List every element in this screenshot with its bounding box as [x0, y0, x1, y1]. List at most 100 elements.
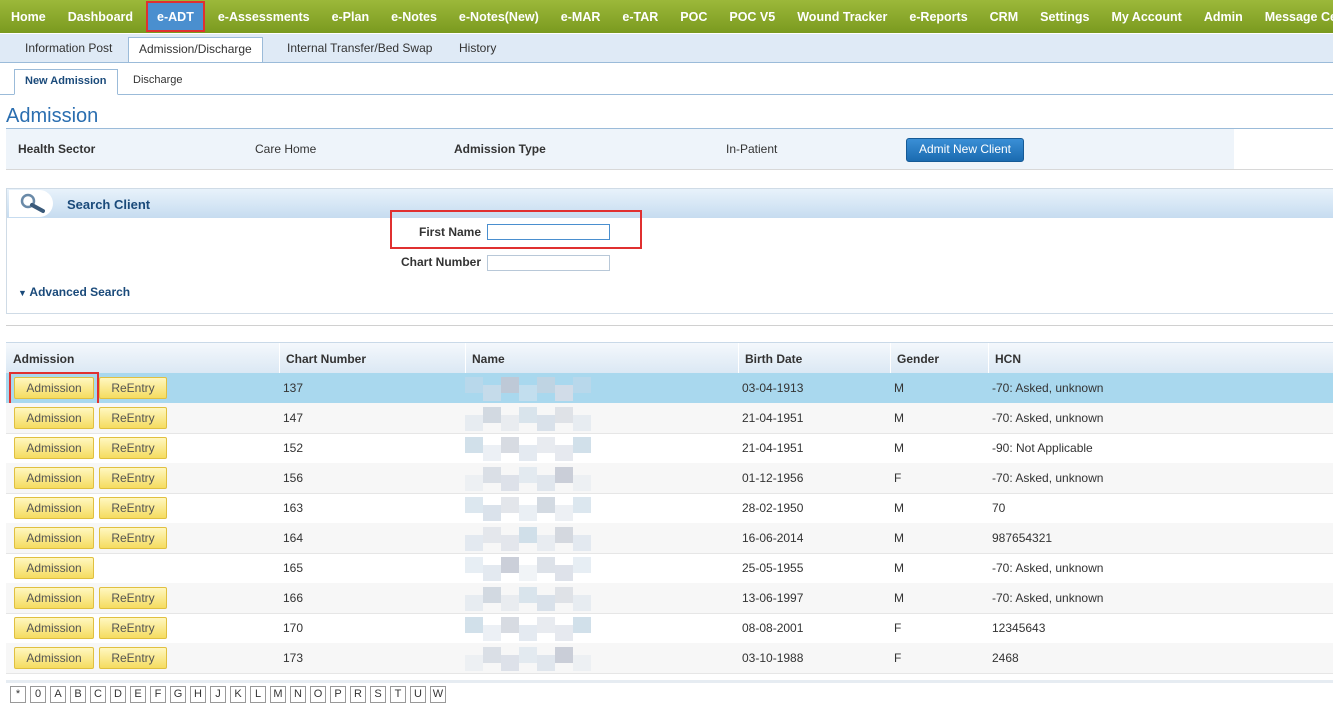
col-chart-number[interactable]: Chart Number — [286, 352, 366, 366]
table-row[interactable]: Admission ReEntry 164 16-06-2014 M 987654321 — [6, 523, 1333, 554]
health-sector-value: Care Home — [255, 142, 317, 156]
nav-e-reports[interactable]: e-Reports — [898, 0, 978, 33]
alphabet-letter[interactable]: O — [310, 686, 326, 703]
col-gender[interactable]: Gender — [897, 352, 939, 366]
tab-information-post[interactable]: Information Post — [25, 40, 112, 62]
alphabet-letter[interactable]: W — [430, 686, 446, 703]
admission-button[interactable]: Admission — [14, 437, 94, 459]
hcn-cell: -70: Asked, unknown — [992, 561, 1104, 575]
col-admission[interactable]: Admission — [13, 352, 74, 366]
reentry-button[interactable]: ReEntry — [99, 497, 167, 519]
alphabet-letter[interactable]: T — [390, 686, 406, 703]
tab-discharge[interactable]: Discharge — [133, 69, 183, 93]
alphabet-letter[interactable]: K — [230, 686, 246, 703]
redaction-block — [537, 415, 555, 431]
reentry-button[interactable]: ReEntry — [99, 437, 167, 459]
alphabet-letter[interactable]: M — [270, 686, 286, 703]
alphabet-letter[interactable]: R — [350, 686, 366, 703]
alphabet-letter[interactable]: J — [210, 686, 226, 703]
column-divider — [988, 343, 989, 373]
reentry-button[interactable]: ReEntry — [99, 377, 167, 399]
alphabet-letter[interactable]: P — [330, 686, 346, 703]
nav-settings[interactable]: Settings — [1029, 0, 1100, 33]
chart-number-cell: 156 — [283, 471, 304, 485]
alphabet-letter[interactable]: B — [70, 686, 86, 703]
alphabet-letter[interactable]: U — [410, 686, 426, 703]
reentry-button[interactable]: ReEntry — [99, 467, 167, 489]
tab-new-admission[interactable]: New Admission — [14, 69, 118, 95]
alphabet-letter[interactable]: D — [110, 686, 126, 703]
alphabet-letter[interactable]: L — [250, 686, 266, 703]
nav-e-notes[interactable]: e-Notes — [380, 0, 448, 33]
top-navigation: Home Dashboard e-ADT e-Assessments e-Pla… — [0, 0, 1333, 33]
nav-my-account[interactable]: My Account — [1100, 0, 1192, 33]
nav-e-assessments[interactable]: e-Assessments — [207, 0, 321, 33]
alphabet-letter[interactable]: A — [50, 686, 66, 703]
table-row[interactable]: Admission ReEntry 170 08-08-2001 F 12345643 — [6, 613, 1333, 644]
col-hcn[interactable]: HCN — [995, 352, 1021, 366]
table-row[interactable]: Admission ReEntry 137 03-04-1913 M -70: Asked… — [6, 372, 1333, 407]
table-row[interactable]: Admission ReEntry 147 21-04-1951 M -70: Asked… — [6, 403, 1333, 434]
table-row[interactable]: Admission ReEntry 156 01-12-1956 F -70: Asked… — [6, 463, 1333, 494]
nav-e-mar[interactable]: e-MAR — [550, 0, 612, 33]
col-name[interactable]: Name — [472, 352, 505, 366]
reentry-button[interactable]: ReEntry — [99, 647, 167, 669]
nav-e-adt[interactable]: e-ADT — [146, 1, 205, 32]
nav-admin[interactable]: Admin — [1193, 0, 1254, 33]
admit-new-client-button[interactable]: Admit New Client — [906, 138, 1024, 162]
admission-button[interactable]: Admission — [14, 407, 94, 429]
tab-admission-discharge[interactable]: Admission/Discharge — [128, 37, 263, 62]
alphabet-letter[interactable]: N — [290, 686, 306, 703]
admission-button[interactable]: Admission — [14, 497, 94, 519]
col-birth-date[interactable]: Birth Date — [745, 352, 802, 366]
gender-cell: F — [894, 471, 902, 485]
table-row[interactable]: Admission 165 25-05-1955 M -70: Asked, unkno… — [6, 553, 1333, 584]
alphabet-letter[interactable]: G — [170, 686, 186, 703]
redaction-block — [483, 565, 501, 581]
tab-internal-transfer[interactable]: Internal Transfer/Bed Swap — [287, 40, 432, 62]
advanced-search-toggle[interactable]: ▼ Advanced Search — [18, 285, 130, 299]
redaction-block — [519, 587, 537, 603]
alphabet-letter[interactable]: 0 — [30, 686, 46, 703]
admission-button[interactable]: Admission — [14, 617, 94, 639]
reentry-button[interactable]: ReEntry — [99, 587, 167, 609]
nav-home[interactable]: Home — [0, 0, 57, 33]
alphabet-letter[interactable]: C — [90, 686, 106, 703]
admission-button[interactable]: Admission — [14, 527, 94, 549]
table-row[interactable]: Admission ReEntry 163 28-02-1950 M 70 — [6, 493, 1333, 524]
reentry-button[interactable]: ReEntry — [99, 527, 167, 549]
admission-button[interactable]: Admission — [14, 587, 94, 609]
alphabet-letter[interactable]: F — [150, 686, 166, 703]
redaction-block — [537, 595, 555, 611]
hcn-cell: -70: Asked, unknown — [992, 411, 1104, 425]
nav-poc[interactable]: POC — [669, 0, 718, 33]
redaction-block — [573, 557, 591, 573]
nav-message-center[interactable]: Message Center — [1254, 0, 1333, 33]
nav-e-notes-new[interactable]: e-Notes(New) — [448, 0, 550, 33]
hcn-cell: 2468 — [992, 651, 1019, 665]
admission-button[interactable]: Admission — [14, 647, 94, 669]
reentry-button[interactable]: ReEntry — [99, 407, 167, 429]
alphabet-letter[interactable]: * — [10, 686, 26, 703]
nav-e-tar[interactable]: e-TAR — [611, 0, 669, 33]
nav-dashboard[interactable]: Dashboard — [57, 0, 144, 33]
table-row[interactable]: Admission ReEntry 152 21-04-1951 M -90: Not A… — [6, 433, 1333, 464]
table-row[interactable]: Admission ReEntry 173 03-10-1988 F 2468 — [6, 643, 1333, 674]
tab-history[interactable]: History — [459, 40, 496, 62]
alphabet-letter[interactable]: H — [190, 686, 206, 703]
chart-number-input[interactable] — [487, 255, 610, 271]
admission-button[interactable]: Admission — [14, 467, 94, 489]
admission-button[interactable]: Admission — [14, 557, 94, 579]
redacted-name — [465, 463, 597, 493]
nav-e-plan[interactable]: e-Plan — [321, 0, 381, 33]
redaction-block — [465, 377, 483, 393]
nav-wound-tracker[interactable]: Wound Tracker — [786, 0, 898, 33]
table-row[interactable]: Admission ReEntry 166 13-06-1997 M -70: Asked… — [6, 583, 1333, 614]
alphabet-letter[interactable]: S — [370, 686, 386, 703]
birth-date-cell: 13-06-1997 — [742, 591, 804, 605]
redaction-block — [555, 527, 573, 543]
nav-poc-v5[interactable]: POC V5 — [718, 0, 786, 33]
reentry-button[interactable]: ReEntry — [99, 617, 167, 639]
alphabet-letter[interactable]: E — [130, 686, 146, 703]
nav-crm[interactable]: CRM — [979, 0, 1029, 33]
